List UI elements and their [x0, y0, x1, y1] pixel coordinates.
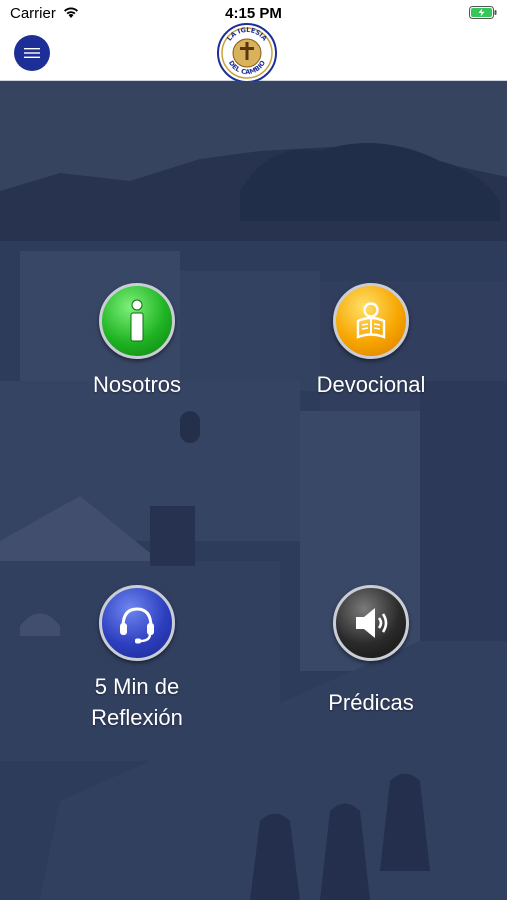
battery-charging-icon: [469, 6, 497, 19]
reflexion-tile[interactable]: 5 Min de Reflexión: [37, 585, 237, 733]
nosotros-tile[interactable]: Nosotros: [37, 283, 237, 400]
city-background: [0, 81, 507, 900]
reading-person-icon: [356, 302, 386, 339]
nosotros-circle: [99, 283, 175, 359]
predicas-tile[interactable]: Prédicas: [271, 585, 471, 718]
hamburger-menu-icon: [24, 48, 40, 58]
reflexion-circle: [99, 585, 175, 661]
background-photo: [0, 81, 507, 900]
speaker-icon: [356, 608, 388, 638]
nosotros-label: Nosotros: [92, 372, 182, 397]
info-icon: [130, 299, 144, 342]
reflexion-label: 5 Min de Reflexión: [91, 674, 183, 730]
predicas-label: Prédicas: [328, 690, 414, 715]
headset-icon: [120, 607, 154, 644]
predicas-circle: [333, 585, 409, 661]
church-logo: LA IGLESIA DEL CAMBIO: [217, 23, 277, 83]
devocional-label: Devocional: [316, 372, 426, 397]
header-bar: LA IGLESIA DEL CAMBIO: [0, 23, 507, 83]
devocional-circle: [333, 283, 409, 359]
menu-button[interactable]: [14, 35, 50, 71]
devocional-tile[interactable]: Devocional: [271, 283, 471, 400]
